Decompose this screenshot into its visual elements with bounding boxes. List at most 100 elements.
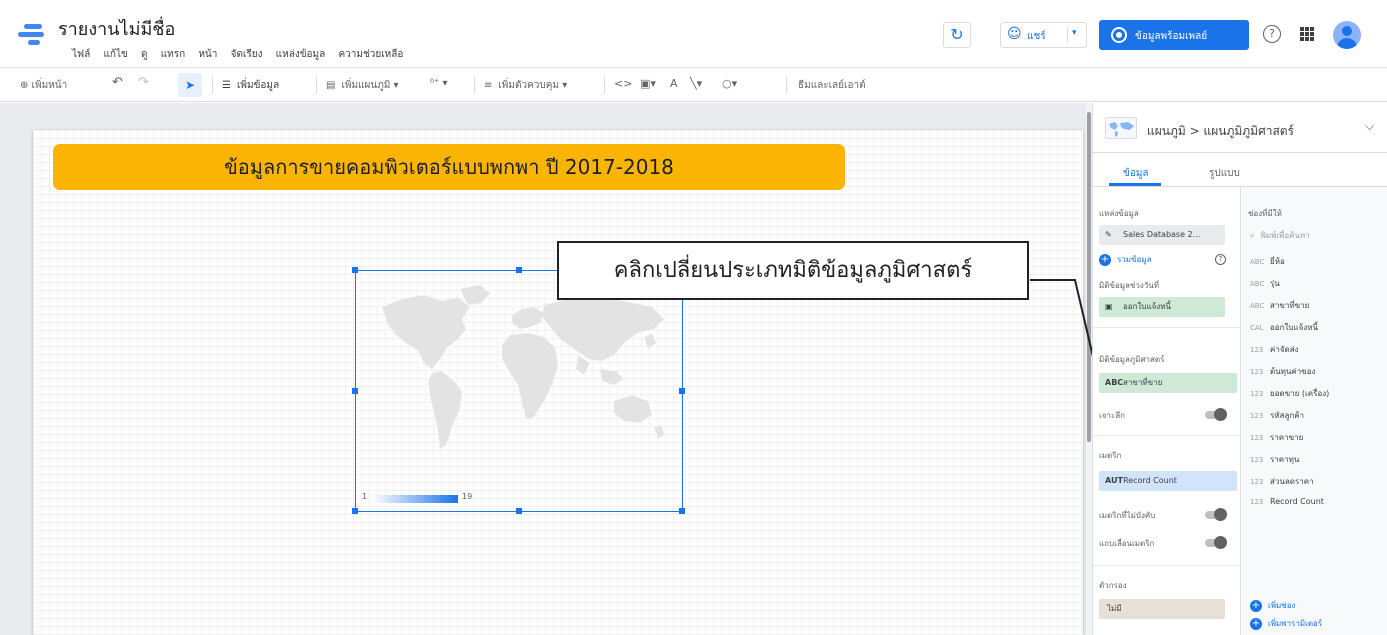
filter-heading: ตัวกรอง bbox=[1099, 581, 1127, 590]
metric-slider-toggle[interactable] bbox=[1205, 536, 1227, 549]
theme-layout-button[interactable]: ธีมและเลย์เอาต์ bbox=[798, 78, 866, 93]
field-name: ยอดขาย (เครื่อง) bbox=[1270, 389, 1330, 398]
field-item[interactable]: ABC ยี่ห้อ bbox=[1250, 255, 1285, 268]
legend-min-label: 1 bbox=[362, 492, 368, 501]
field-name: ค่าจัดส่ง bbox=[1270, 345, 1299, 354]
divider bbox=[212, 76, 213, 94]
chevron-down-icon[interactable]: ⌵ bbox=[1365, 119, 1374, 134]
menu-arrange[interactable]: จัดเรียง bbox=[231, 49, 263, 60]
resize-handle[interactable] bbox=[352, 508, 358, 514]
tab-style[interactable]: รูปแบบ bbox=[1209, 166, 1240, 181]
divider bbox=[786, 76, 787, 94]
help-icon[interactable]: ? bbox=[1263, 25, 1281, 43]
field-item[interactable]: 123 ส่วนลดราคา bbox=[1250, 475, 1314, 488]
date-range-dimension-chip[interactable]: ▣ ออกใบแจ้งหนี้ bbox=[1099, 297, 1225, 317]
field-item[interactable]: ABC รุ่น bbox=[1250, 277, 1280, 290]
menu-edit[interactable]: แก้ไข bbox=[103, 49, 127, 60]
menu-help[interactable]: ความช่วยเหลือ bbox=[338, 49, 403, 60]
field-item[interactable]: 123 Record Count bbox=[1250, 497, 1324, 506]
world-map bbox=[381, 284, 665, 450]
field-item[interactable]: 123 ราคาขาย bbox=[1250, 431, 1303, 444]
share-button[interactable]: ☺ แชร์ ▾ bbox=[1000, 22, 1087, 48]
resize-handle[interactable] bbox=[352, 388, 358, 394]
field-item[interactable]: 123 ราคาทุน bbox=[1250, 453, 1299, 466]
field-item[interactable]: 123 ค่าจัดส่ง bbox=[1250, 343, 1299, 356]
blend-data-link[interactable]: + รวมข้อมูล bbox=[1099, 253, 1152, 266]
chevron-down-icon[interactable]: ▾ bbox=[1072, 28, 1077, 38]
optional-metrics-toggle[interactable] bbox=[1205, 508, 1227, 521]
tab-data[interactable]: ข้อมูล bbox=[1123, 166, 1149, 181]
field-search[interactable]: ⌕ พิมพ์เพื่อค้นหา bbox=[1250, 229, 1310, 242]
add-data-button[interactable]: ☰ เพิ่มข้อมูล bbox=[222, 78, 279, 93]
add-control-button[interactable]: ≡ เพิ่มตัวควบคุม ▾ bbox=[484, 78, 567, 93]
geo-chart[interactable]: 1 19 bbox=[352, 267, 685, 514]
geo-chart-thumbnail-icon bbox=[1105, 117, 1137, 139]
date-range-heading: มิติข้อมูลช่วงวันที่ bbox=[1099, 281, 1159, 290]
field-type-icon: 123 bbox=[1250, 456, 1264, 464]
metric-value: Record Count bbox=[1123, 476, 1177, 485]
view-label: ข้อมูลพร้อมเพลย์ bbox=[1135, 31, 1208, 42]
community-viz-button[interactable]: ⁰⁺ ▾ bbox=[430, 78, 448, 89]
resize-handle[interactable] bbox=[352, 267, 358, 273]
divider bbox=[1093, 565, 1241, 566]
search-placeholder: พิมพ์เพื่อค้นหา bbox=[1260, 231, 1310, 240]
refresh-button[interactable]: ↻ bbox=[943, 22, 971, 48]
field-type-icon: 123 bbox=[1250, 498, 1264, 506]
active-tab-indicator bbox=[1109, 183, 1161, 186]
metric-chip[interactable]: AUT Record Count bbox=[1099, 471, 1237, 491]
add-page-button[interactable]: ⊕ เพิ่มหน้า bbox=[20, 78, 67, 93]
report-page[interactable]: ข้อมูลการขายคอมพิวเตอร์แบบพกพา ปี 2017-2… bbox=[33, 130, 1083, 635]
view-button[interactable]: ข้อมูลพร้อมเพลย์ bbox=[1099, 20, 1249, 50]
drill-down-toggle[interactable] bbox=[1205, 408, 1227, 421]
geo-dimension-chip[interactable]: ABC สาขาที่ขาย bbox=[1099, 373, 1237, 393]
refresh-icon: ↻ bbox=[950, 25, 964, 44]
menu-insert[interactable]: แทรก bbox=[161, 49, 185, 60]
add-field-button[interactable]: + เพิ่มช่อง bbox=[1250, 599, 1295, 612]
report-banner-title[interactable]: ข้อมูลการขายคอมพิวเตอร์แบบพกพา ปี 2017-2… bbox=[53, 144, 845, 190]
embed-code-icon[interactable]: <> bbox=[614, 77, 632, 90]
field-type-icon: 123 bbox=[1250, 412, 1264, 420]
field-item[interactable]: CAL ออกใบแจ้งหนี้ bbox=[1250, 321, 1318, 334]
field-name: สาขาที่ขาย bbox=[1270, 301, 1310, 310]
field-name: รุ่น bbox=[1270, 279, 1280, 288]
menu-file[interactable]: ไฟล์ bbox=[72, 49, 90, 60]
image-icon[interactable]: ▣▾ bbox=[640, 77, 656, 90]
resize-handle[interactable] bbox=[516, 508, 522, 514]
app-header: รายงานไม่มีชื่อ ไฟล์ แก้ไข ดู แทรก หน้า … bbox=[0, 0, 1387, 68]
chart-type-selector[interactable]: แผนภูมิ > แผนภูมิภูมิศาสตร์ ⌵ bbox=[1093, 103, 1387, 153]
legend-max-label: 19 bbox=[462, 492, 473, 501]
resize-handle[interactable] bbox=[516, 267, 522, 273]
field-type-icon: 123 bbox=[1250, 368, 1264, 376]
undo-icon[interactable]: ↶ bbox=[112, 75, 123, 90]
divider bbox=[1067, 27, 1068, 43]
calendar-icon: ▣ bbox=[1105, 302, 1113, 311]
field-item[interactable]: 123 รหัสลูกค้า bbox=[1250, 409, 1304, 422]
data-source-chip[interactable]: ✎ Sales Database 2... bbox=[1099, 225, 1225, 245]
filter-chip[interactable]: ไม่มี bbox=[1099, 599, 1225, 619]
menu-page[interactable]: หน้า bbox=[198, 49, 217, 60]
resize-handle[interactable] bbox=[679, 508, 685, 514]
divider bbox=[474, 76, 475, 94]
resize-handle[interactable] bbox=[679, 388, 685, 394]
add-parameter-label: เพิ่มพารามิเตอร์ bbox=[1268, 619, 1323, 628]
avatar[interactable] bbox=[1333, 21, 1361, 49]
add-parameter-button[interactable]: + เพิ่มพารามิเตอร์ bbox=[1250, 617, 1322, 630]
menu-resource[interactable]: แหล่งข้อมูล bbox=[276, 49, 326, 60]
calendar-icon: CAL bbox=[1250, 324, 1264, 332]
help-icon[interactable]: ? bbox=[1215, 254, 1226, 265]
line-icon[interactable]: ╲▾ bbox=[690, 77, 702, 90]
shape-icon[interactable]: ○▾ bbox=[722, 77, 737, 90]
menu-view[interactable]: ดู bbox=[141, 49, 148, 60]
add-chart-button[interactable]: ▤ เพิ่มแผนภูมิ ▾ bbox=[326, 78, 399, 93]
data-studio-logo bbox=[18, 24, 44, 46]
select-cursor-icon[interactable]: ➤ bbox=[178, 73, 202, 97]
redo-icon[interactable]: ↷ bbox=[138, 75, 149, 90]
scrollbar-thumb[interactable] bbox=[1087, 112, 1091, 442]
field-item[interactable]: ABC สาขาที่ขาย bbox=[1250, 299, 1309, 312]
text-icon[interactable]: A bbox=[670, 77, 678, 90]
field-item[interactable]: 123 ยอดขาย (เครื่อง) bbox=[1250, 387, 1329, 400]
field-item[interactable]: 123 ต้นทุนค่าของ bbox=[1250, 365, 1315, 378]
pencil-icon: ✎ bbox=[1105, 230, 1112, 239]
apps-grid-icon[interactable] bbox=[1300, 27, 1314, 41]
report-title[interactable]: รายงานไม่มีชื่อ bbox=[58, 14, 175, 43]
